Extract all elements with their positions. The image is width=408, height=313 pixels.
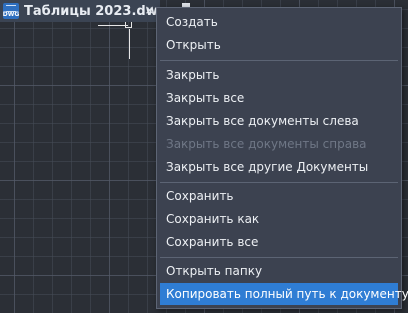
menu-separator	[160, 60, 398, 61]
dwg-icon-label: DWG	[2, 11, 20, 18]
crosshair-horizontal	[98, 25, 128, 26]
menu-item-close-all-left[interactable]: Закрыть все документы слева	[160, 110, 398, 132]
menu-separator	[160, 257, 398, 258]
document-tab[interactable]: DWG Таблицы 2023.dwg	[0, 0, 167, 22]
dwg-file-icon: DWG	[3, 3, 19, 19]
menu-item-create[interactable]: Создать	[160, 11, 398, 33]
crosshair-vertical	[129, 29, 130, 59]
crosshair-pickbox	[125, 21, 132, 28]
menu-item-open[interactable]: Открыть	[160, 34, 398, 56]
tab-context-menu: Создать Открыть Закрыть Закрыть все Закр…	[156, 7, 408, 309]
menu-item-close-all[interactable]: Закрыть все	[160, 87, 398, 109]
menu-item-save-all[interactable]: Сохранить все	[160, 231, 398, 253]
menu-item-save-as[interactable]: Сохранить как	[160, 208, 398, 230]
tab-close-icon[interactable]: ×	[143, 4, 156, 17]
drawing-canvas[interactable]: DWG Таблицы 2023.dwg × Создать Открыть З…	[0, 0, 408, 313]
menu-item-copy-full-path[interactable]: Копировать полный путь к документу	[160, 283, 408, 305]
menu-item-close[interactable]: Закрыть	[160, 64, 398, 86]
menu-item-open-folder[interactable]: Открыть папку	[160, 260, 398, 282]
menu-separator	[160, 182, 398, 183]
menu-item-close-all-right: Закрыть все документы справа	[166, 137, 367, 151]
menu-item-close-all-other[interactable]: Закрыть все другие Документы	[160, 156, 398, 178]
menu-item-save[interactable]: Сохранить	[160, 185, 398, 207]
